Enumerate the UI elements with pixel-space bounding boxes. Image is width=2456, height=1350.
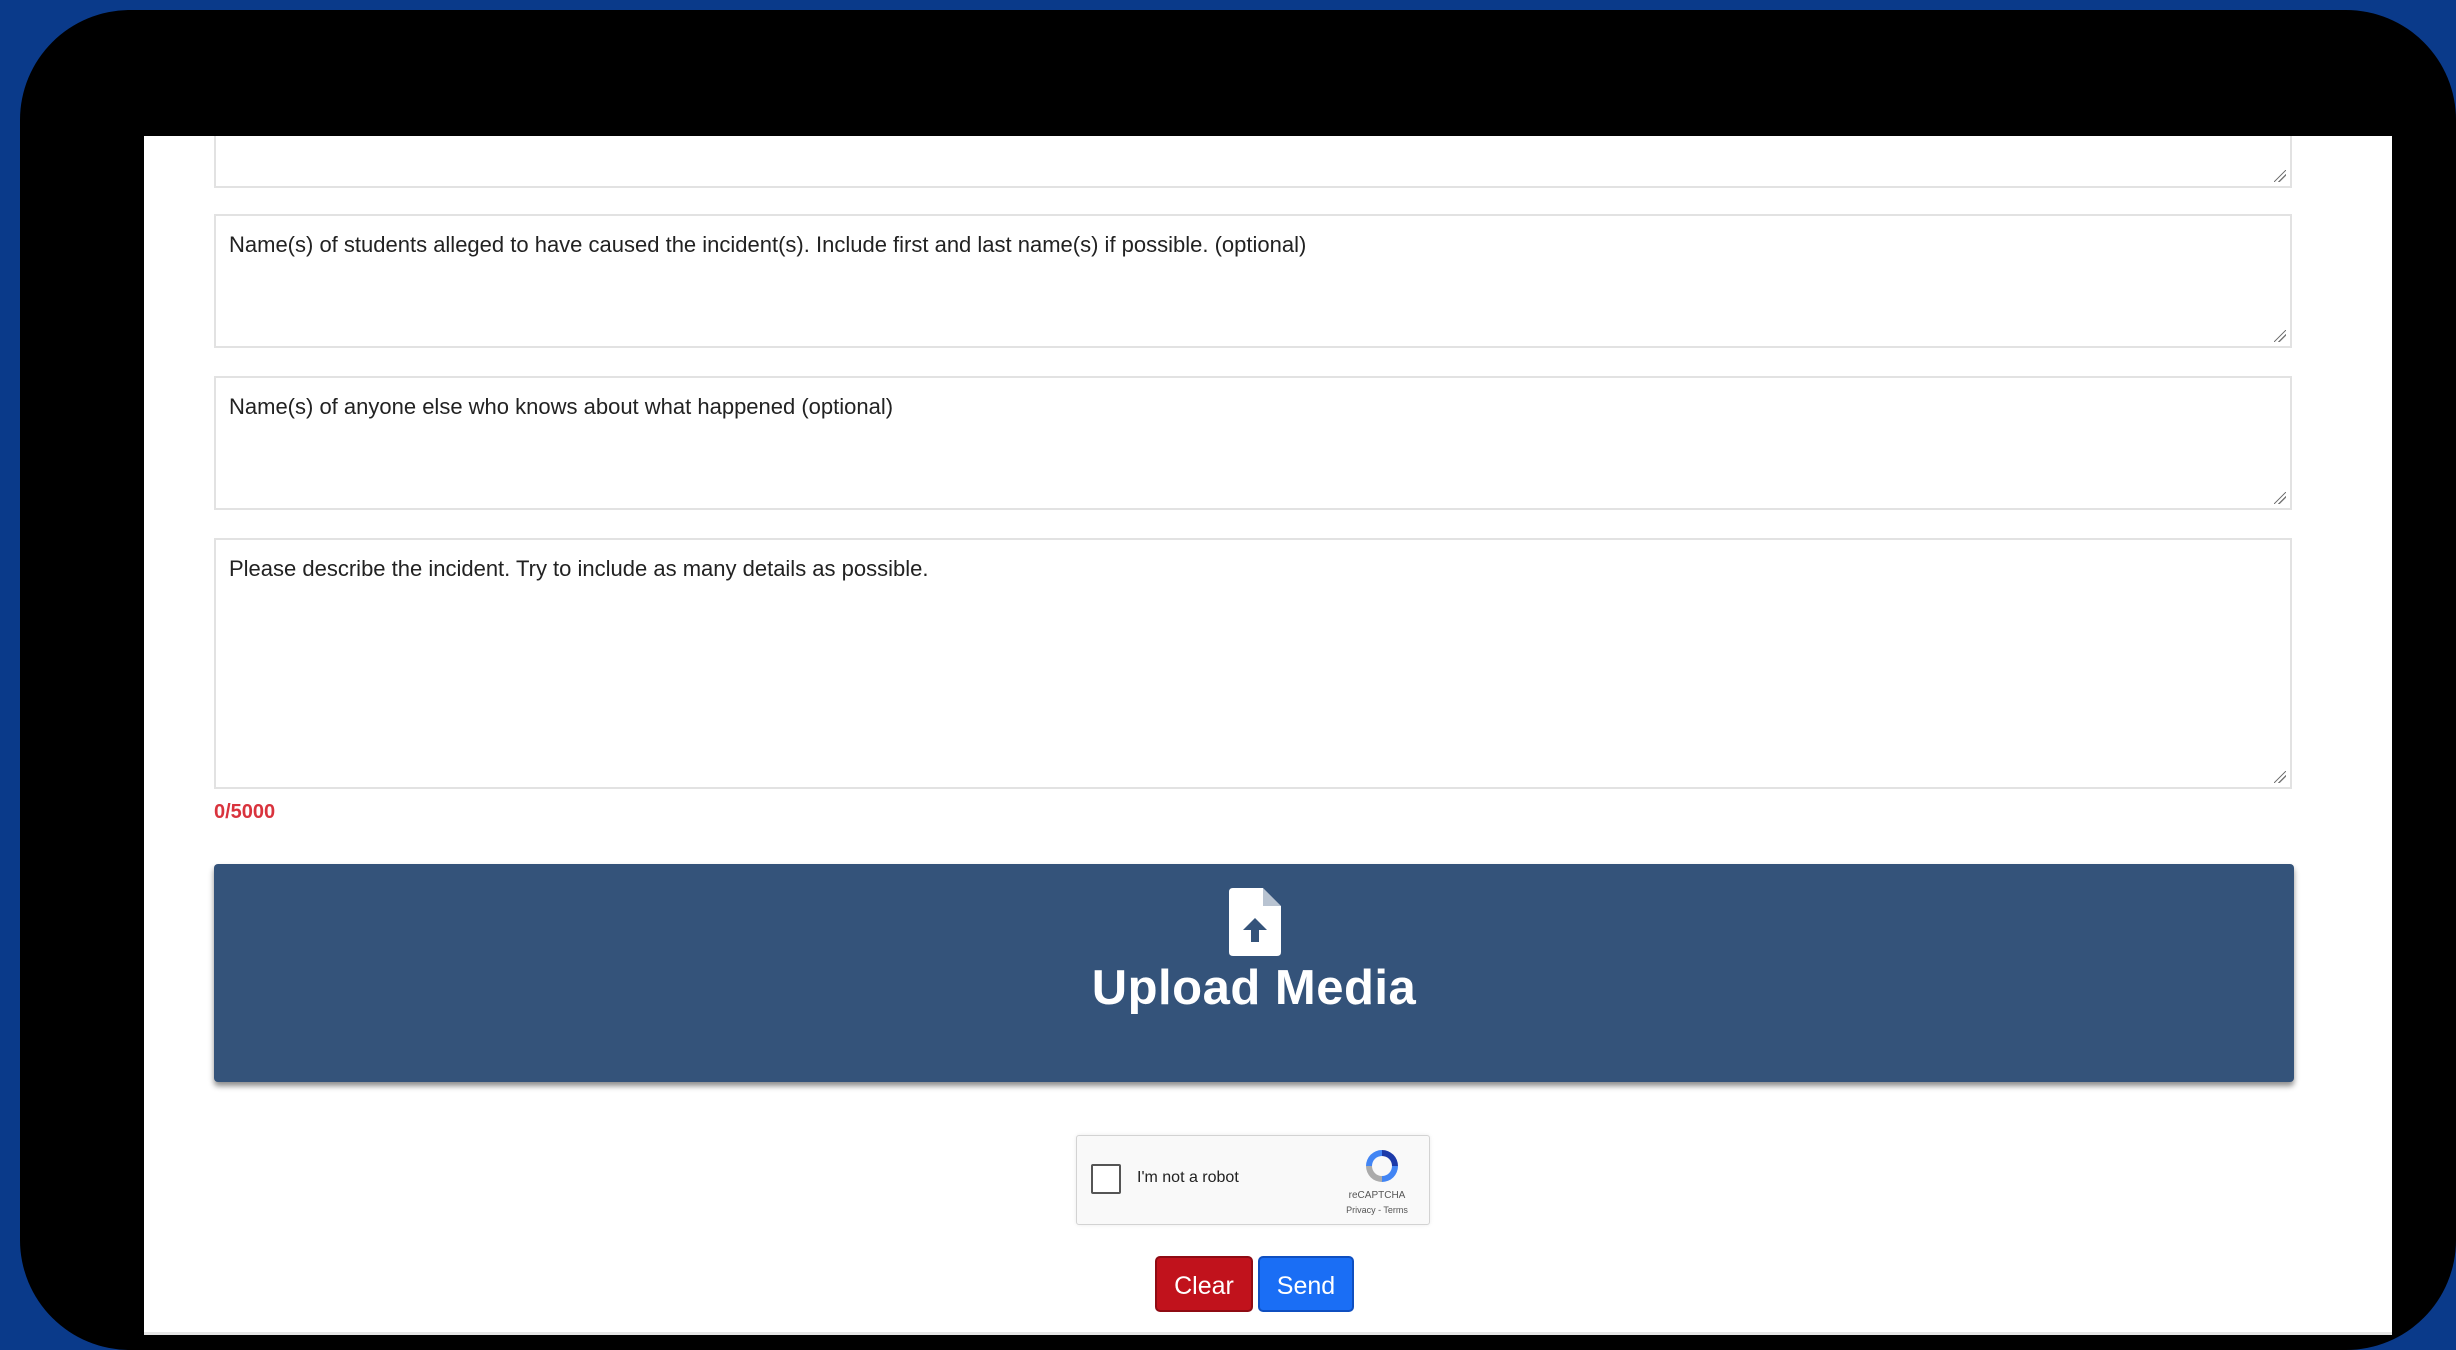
incident-description-placeholder: Please describe the incident. Try to inc… — [229, 556, 929, 581]
footer-divider — [144, 1332, 2392, 1335]
file-upload-icon — [1229, 888, 1281, 956]
device-frame: Name(s) of students alleged to have caus… — [20, 10, 2456, 1350]
witnesses-placeholder: Name(s) of anyone else who knows about w… — [229, 394, 894, 419]
character-counter: 0/5000 — [214, 801, 276, 823]
form-screen: Name(s) of students alleged to have caus… — [144, 136, 2392, 1335]
resize-handle-icon[interactable] — [2274, 492, 2286, 504]
clear-button[interactable]: Clear — [1155, 1256, 1253, 1312]
upload-media-label: Upload Media — [1091, 961, 1417, 1015]
recaptcha-checkbox[interactable] — [1091, 1164, 1121, 1194]
incident-description-textarea[interactable]: Please describe the incident. Try to inc… — [214, 538, 2292, 789]
send-button[interactable]: Send — [1258, 1256, 1354, 1312]
resize-handle-icon[interactable] — [2274, 170, 2286, 182]
witnesses-textarea[interactable]: Name(s) of anyone else who knows about w… — [214, 376, 2292, 510]
alleged-students-textarea[interactable]: Name(s) of students alleged to have caus… — [214, 214, 2292, 348]
previous-textarea[interactable] — [214, 136, 2292, 188]
recaptcha-links[interactable]: Privacy - Terms — [1329, 1205, 1425, 1215]
resize-handle-icon[interactable] — [2274, 771, 2286, 783]
resize-handle-icon[interactable] — [2274, 330, 2286, 342]
alleged-students-placeholder: Name(s) of students alleged to have caus… — [229, 232, 1307, 257]
recaptcha-logo-icon — [1366, 1150, 1398, 1182]
upload-media-button[interactable]: Upload Media — [214, 864, 2294, 1082]
recaptcha-widget: I'm not a robot reCAPTCHA Privacy - Term… — [1076, 1135, 1430, 1225]
recaptcha-label: I'm not a robot — [1137, 1169, 1239, 1186]
recaptcha-brand: reCAPTCHA — [1348, 1190, 1406, 1201]
